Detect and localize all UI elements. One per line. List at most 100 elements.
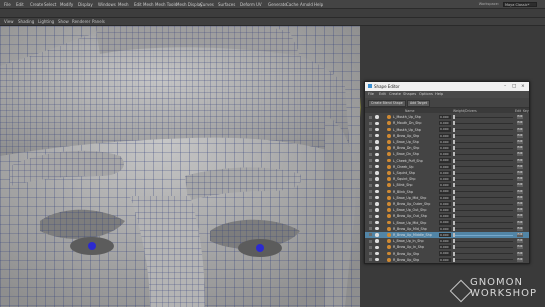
target-checkbox[interactable]	[369, 227, 372, 231]
workspace-dropdown[interactable]: Maya Classic*	[503, 1, 537, 7]
weight-slider-track[interactable]	[453, 172, 513, 174]
visibility-eye-icon[interactable]	[375, 115, 379, 119]
weight-slider-track[interactable]	[453, 197, 513, 199]
visibility-eye-icon[interactable]	[375, 177, 379, 181]
target-checkbox[interactable]	[369, 115, 372, 119]
visibility-eye-icon[interactable]	[375, 245, 379, 250]
weight-slider-track[interactable]	[453, 215, 513, 217]
weight-slider-track[interactable]	[453, 191, 513, 193]
edit-target-button[interactable]: Edit	[517, 177, 523, 182]
visibility-eye-icon[interactable]	[375, 146, 379, 150]
menu-item[interactable]: Windows	[98, 2, 116, 7]
edit-target-button[interactable]: Edit	[517, 189, 523, 194]
target-checkbox[interactable]	[369, 196, 372, 200]
target-weight-field[interactable]: 0.000	[439, 133, 451, 138]
weight-slider-track[interactable]	[453, 246, 513, 248]
visibility-eye-icon[interactable]	[375, 189, 379, 194]
target-weight-field[interactable]: 0.000	[439, 226, 451, 231]
target-weight-field[interactable]: 0.000	[439, 127, 451, 132]
weight-slider-track[interactable]	[453, 234, 513, 236]
weight-slider-handle[interactable]	[453, 195, 455, 200]
viewport-menu-item[interactable]: Show	[58, 19, 69, 24]
edit-target-button[interactable]: Edit	[517, 195, 523, 200]
shape-editor-menu-item[interactable]: Help	[435, 92, 443, 96]
weight-slider-track[interactable]	[453, 209, 513, 211]
target-weight-field[interactable]: 0.000	[439, 158, 451, 163]
edit-target-button[interactable]: Edit	[517, 115, 523, 120]
weight-slider-handle[interactable]	[453, 202, 455, 207]
menu-item[interactable]: Select	[44, 2, 56, 7]
viewport-menu-item[interactable]: Renderer	[72, 19, 90, 24]
target-weight-field[interactable]: 0.000	[439, 170, 451, 176]
weight-slider-handle[interactable]	[453, 208, 455, 213]
weight-slider-handle[interactable]	[453, 158, 455, 163]
target-checkbox[interactable]	[369, 183, 372, 187]
target-checkbox[interactable]	[369, 127, 372, 131]
weight-slider-handle[interactable]	[453, 239, 455, 244]
edit-target-button[interactable]: Edit	[517, 158, 523, 163]
target-checkbox[interactable]	[369, 165, 372, 169]
target-weight-field[interactable]: 0.000	[439, 146, 451, 151]
weight-slider-track[interactable]	[453, 259, 513, 261]
target-weight-field[interactable]: 0.000	[439, 139, 451, 145]
close-icon[interactable]: ×	[521, 84, 525, 89]
weight-slider-handle[interactable]	[453, 140, 455, 145]
weight-slider-handle[interactable]	[453, 115, 455, 120]
edit-target-button[interactable]: Edit	[517, 226, 523, 231]
menu-item[interactable]: Generate	[268, 2, 287, 7]
target-checkbox[interactable]	[369, 258, 372, 262]
weight-slider-handle[interactable]	[453, 171, 455, 176]
edit-target-button[interactable]: Edit	[517, 183, 523, 188]
edit-target-button[interactable]: Edit	[517, 152, 523, 157]
target-weight-field[interactable]: 0.000	[439, 232, 451, 238]
menu-item[interactable]: Curves	[200, 2, 214, 7]
target-checkbox[interactable]	[369, 245, 372, 249]
edit-target-button[interactable]: Edit	[517, 245, 523, 250]
menu-item[interactable]: Arnold	[300, 2, 313, 7]
viewport-menu-item[interactable]: Shading	[18, 19, 34, 24]
menu-item[interactable]: Mesh	[118, 2, 129, 7]
target-checkbox[interactable]	[369, 189, 372, 193]
weight-slider-handle[interactable]	[453, 152, 455, 157]
target-checkbox[interactable]	[369, 134, 372, 138]
visibility-eye-icon[interactable]	[375, 251, 379, 256]
visibility-eye-icon[interactable]	[375, 133, 379, 138]
target-weight-field[interactable]: 0.000	[439, 164, 451, 169]
weight-slider-track[interactable]	[453, 141, 513, 143]
target-checkbox[interactable]	[369, 202, 372, 206]
menu-item[interactable]: Edit Mesh	[134, 2, 154, 7]
edit-target-button[interactable]: Edit	[517, 232, 523, 237]
target-checkbox[interactable]	[369, 208, 372, 212]
weight-slider-track[interactable]	[453, 153, 513, 155]
viewport-menu-item[interactable]: Lighting	[38, 19, 54, 24]
target-checkbox[interactable]	[369, 177, 372, 181]
visibility-eye-icon[interactable]	[375, 121, 379, 126]
edit-target-button[interactable]: Edit	[517, 220, 523, 225]
weight-slider-track[interactable]	[453, 135, 513, 137]
weight-slider-track[interactable]	[453, 166, 513, 168]
minimize-icon[interactable]: –	[504, 84, 506, 89]
target-checkbox[interactable]	[369, 121, 372, 125]
target-weight-field[interactable]: 0.000	[439, 195, 451, 200]
weight-slider-track[interactable]	[453, 222, 513, 224]
weight-slider-handle[interactable]	[453, 133, 455, 138]
viewport-menu-item[interactable]: View	[4, 19, 14, 24]
visibility-eye-icon[interactable]	[375, 152, 379, 157]
target-weight-field[interactable]: 0.000	[439, 115, 451, 120]
target-checkbox[interactable]	[369, 152, 372, 156]
target-weight-field[interactable]: 0.000	[439, 183, 451, 188]
edit-target-button[interactable]: Edit	[517, 201, 523, 206]
target-checkbox[interactable]	[369, 146, 372, 150]
target-weight-field[interactable]: 0.000	[439, 239, 451, 244]
shape-editor-titlebar[interactable]: Shape Editor – □ ×	[365, 82, 529, 91]
target-checkbox[interactable]	[369, 158, 372, 162]
weight-slider-handle[interactable]	[453, 164, 455, 169]
visibility-eye-icon[interactable]	[375, 257, 379, 262]
menu-item[interactable]: Cache	[286, 2, 298, 7]
weight-slider-handle[interactable]	[453, 233, 455, 238]
weight-slider-handle[interactable]	[453, 226, 455, 231]
weight-slider-handle[interactable]	[453, 257, 455, 262]
target-weight-field[interactable]: 0.000	[439, 220, 451, 225]
weight-slider-track[interactable]	[453, 184, 513, 186]
edit-target-button[interactable]: Edit	[517, 214, 523, 219]
